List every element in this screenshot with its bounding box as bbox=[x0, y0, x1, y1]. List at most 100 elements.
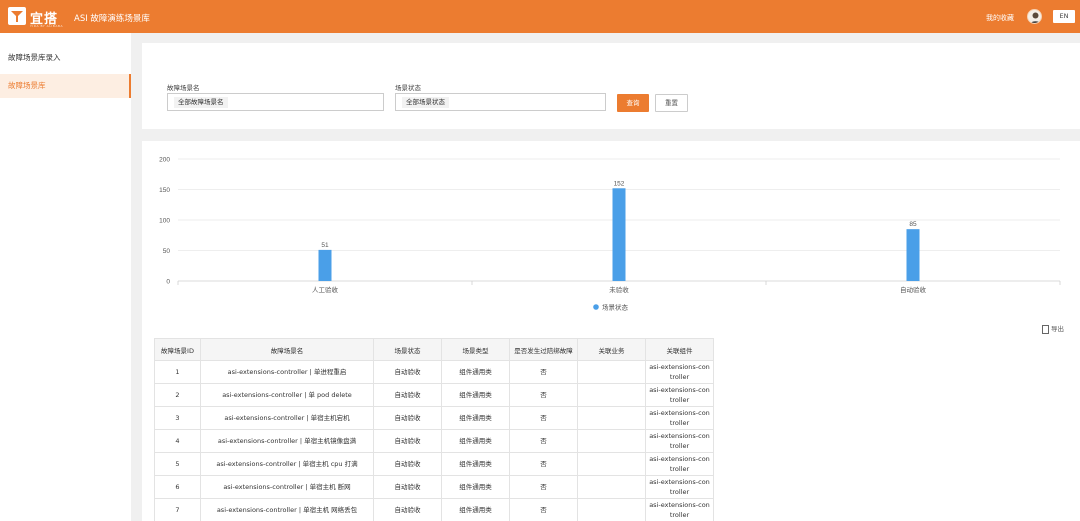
y-tick-label: 150 bbox=[159, 187, 170, 194]
table-row[interactable]: 7 asi-extensions-controller | 单宿主机 网络丢包 自动… bbox=[154, 498, 714, 521]
table-cell: asi-extensions-controller | 单宿主机 cpu 打满 bbox=[200, 452, 374, 476]
table-cell bbox=[577, 475, 646, 499]
table-cell: 自动验收 bbox=[373, 452, 442, 476]
x-tick-label: 人工验收 bbox=[312, 285, 339, 294]
data-label: 85 bbox=[909, 221, 917, 228]
table-cell bbox=[577, 383, 646, 407]
legend-label: 场景状态 bbox=[602, 303, 629, 312]
table-cell: 否 bbox=[509, 360, 578, 384]
table-cell: 组件通用类 bbox=[441, 360, 510, 384]
table-cell: 自动验收 bbox=[373, 498, 442, 521]
avatar[interactable] bbox=[1027, 9, 1042, 24]
table-cell: 否 bbox=[509, 475, 578, 499]
column-header[interactable]: 故障场景名 bbox=[200, 338, 374, 361]
export-label: 导出 bbox=[1051, 325, 1064, 333]
table-cell: 否 bbox=[509, 383, 578, 407]
table-row[interactable]: 4 asi-extensions-controller | 单宿主机镜像盘满 自动验… bbox=[154, 429, 714, 453]
table-cell: 组件通用类 bbox=[441, 429, 510, 453]
table-cell: asi-extensions-controller | 单宿主机 断网 bbox=[200, 475, 374, 499]
export-icon bbox=[1042, 324, 1049, 334]
table-cell: 组件通用类 bbox=[441, 475, 510, 499]
scenario-name-select[interactable]: 全部故障场景名 bbox=[167, 93, 384, 111]
table-cell: 组件通用类 bbox=[441, 498, 510, 521]
data-label: 51 bbox=[321, 242, 329, 249]
table-cell: asi-extensions-controller | 单宿主机宕机 bbox=[200, 406, 374, 430]
data-label: 152 bbox=[614, 180, 625, 187]
table-row[interactable]: 6 asi-extensions-controller | 单宿主机 断网 自动验收… bbox=[154, 475, 714, 499]
table-cell: asi-extensions-controller | 单进程重启 bbox=[200, 360, 374, 384]
table-cell: 否 bbox=[509, 452, 578, 476]
column-header[interactable]: 是否发生过陪绑故障 bbox=[509, 338, 578, 361]
table-row[interactable]: 3 asi-extensions-controller | 单宿主机宕机 自动验收组… bbox=[154, 406, 714, 430]
y-tick-label: 50 bbox=[163, 248, 171, 255]
column-header[interactable]: 关联业务 bbox=[577, 338, 646, 361]
table-row[interactable]: 1 asi-extensions-controller | 单进程重启 自动验收 组件… bbox=[154, 360, 714, 384]
column-header[interactable]: 场景类型 bbox=[441, 338, 510, 361]
bar bbox=[612, 188, 626, 281]
table-cell: asi-extensions-controller bbox=[645, 498, 714, 521]
column-header[interactable]: 故障场景ID bbox=[154, 338, 201, 361]
x-tick-label: 未验收 bbox=[609, 285, 629, 294]
table-cell bbox=[577, 429, 646, 453]
y-tick-label: 100 bbox=[159, 218, 170, 225]
yida-logo-icon[interactable] bbox=[8, 7, 26, 25]
top-bar: 宜搭 YIDA BY ALIBABA ASI 故障演练场景库 我的收藏 EN bbox=[0, 0, 1080, 33]
sidebar-item-scenario-entry[interactable]: 故障场景库录入 bbox=[0, 46, 131, 70]
table-cell: asi-extensions-controller bbox=[645, 429, 714, 453]
table-cell: 4 bbox=[154, 429, 201, 453]
table-cell: asi-extensions-controller | 单宿主机镜像盘满 bbox=[200, 429, 374, 453]
brand-subtitle: YIDA BY ALIBABA bbox=[30, 24, 63, 28]
table-row[interactable]: 5 asi-extensions-controller | 单宿主机 cpu 打满… bbox=[154, 452, 714, 476]
table-header-row: 故障场景ID 故障场景名 场景状态 场景类型 是否发生过陪绑故障 关联业务 关联组件 bbox=[154, 338, 714, 361]
app-title[interactable]: ASI 故障演练场景库 bbox=[74, 12, 150, 24]
scenario-name-label: 故障场景名 bbox=[167, 84, 200, 92]
favorites-link[interactable]: 我的收藏 bbox=[986, 13, 1014, 23]
table-cell: 自动验收 bbox=[373, 360, 442, 384]
query-button[interactable]: 查询 bbox=[617, 94, 649, 112]
table-cell: asi-extensions-controller bbox=[645, 406, 714, 430]
table-cell: 自动验收 bbox=[373, 475, 442, 499]
table-row[interactable]: 2 asi-extensions-controller | 单 pod delet… bbox=[154, 383, 714, 407]
sidebar: 故障场景库录入 故障场景库 bbox=[0, 33, 131, 521]
main-panel: 0 50 100 150 200 51 人工验收 152 未验收 85 自动验收 场景状态 导出 故障… bbox=[142, 141, 1080, 521]
bar bbox=[906, 229, 920, 281]
table-cell: 3 bbox=[154, 406, 201, 430]
column-header[interactable]: 关联组件 bbox=[645, 338, 714, 361]
table-cell: 自动验收 bbox=[373, 383, 442, 407]
table-cell: asi-extensions-controller bbox=[645, 475, 714, 499]
table-cell bbox=[577, 406, 646, 430]
table-cell: 否 bbox=[509, 498, 578, 521]
x-tick-label: 自动验收 bbox=[900, 285, 927, 294]
y-tick-label: 200 bbox=[159, 157, 170, 164]
table-cell: 1 bbox=[154, 360, 201, 384]
table-cell: asi-extensions-controller | 单宿主机 网络丢包 bbox=[200, 498, 374, 521]
table-cell: 自动验收 bbox=[373, 429, 442, 453]
table-cell bbox=[577, 452, 646, 476]
table-cell: 5 bbox=[154, 452, 201, 476]
table-cell: 7 bbox=[154, 498, 201, 521]
y-tick-label: 0 bbox=[166, 279, 170, 286]
table-cell bbox=[577, 498, 646, 521]
bar bbox=[318, 249, 332, 281]
table-cell: asi-extensions-controller bbox=[645, 452, 714, 476]
reset-button[interactable]: 重置 bbox=[655, 94, 688, 112]
table-cell: 组件通用类 bbox=[441, 383, 510, 407]
table-cell: 6 bbox=[154, 475, 201, 499]
table-cell: asi-extensions-controller bbox=[645, 383, 714, 407]
table-cell: 组件通用类 bbox=[441, 406, 510, 430]
table-cell: 2 bbox=[154, 383, 201, 407]
scenario-name-tag[interactable]: 全部故障场景名 bbox=[174, 97, 228, 108]
table-cell: 否 bbox=[509, 406, 578, 430]
sidebar-item-scenario-library[interactable]: 故障场景库 bbox=[0, 74, 131, 98]
table-cell: asi-extensions-controller | 单 pod delete bbox=[200, 383, 374, 407]
table-cell: asi-extensions-controller bbox=[645, 360, 714, 384]
column-header[interactable]: 场景状态 bbox=[373, 338, 442, 361]
language-toggle[interactable]: EN bbox=[1053, 10, 1075, 23]
filter-panel: 故障场景名 全部故障场景名 场景状态 全部场景状态 查询 重置 bbox=[142, 43, 1080, 129]
scenario-status-label: 场景状态 bbox=[395, 84, 421, 92]
export-button[interactable]: 导出 bbox=[1042, 323, 1064, 334]
table-cell: 否 bbox=[509, 429, 578, 453]
scenario-status-tag[interactable]: 全部场景状态 bbox=[402, 97, 449, 108]
table-cell: 组件通用类 bbox=[441, 452, 510, 476]
scenario-status-select[interactable]: 全部场景状态 bbox=[395, 93, 606, 111]
